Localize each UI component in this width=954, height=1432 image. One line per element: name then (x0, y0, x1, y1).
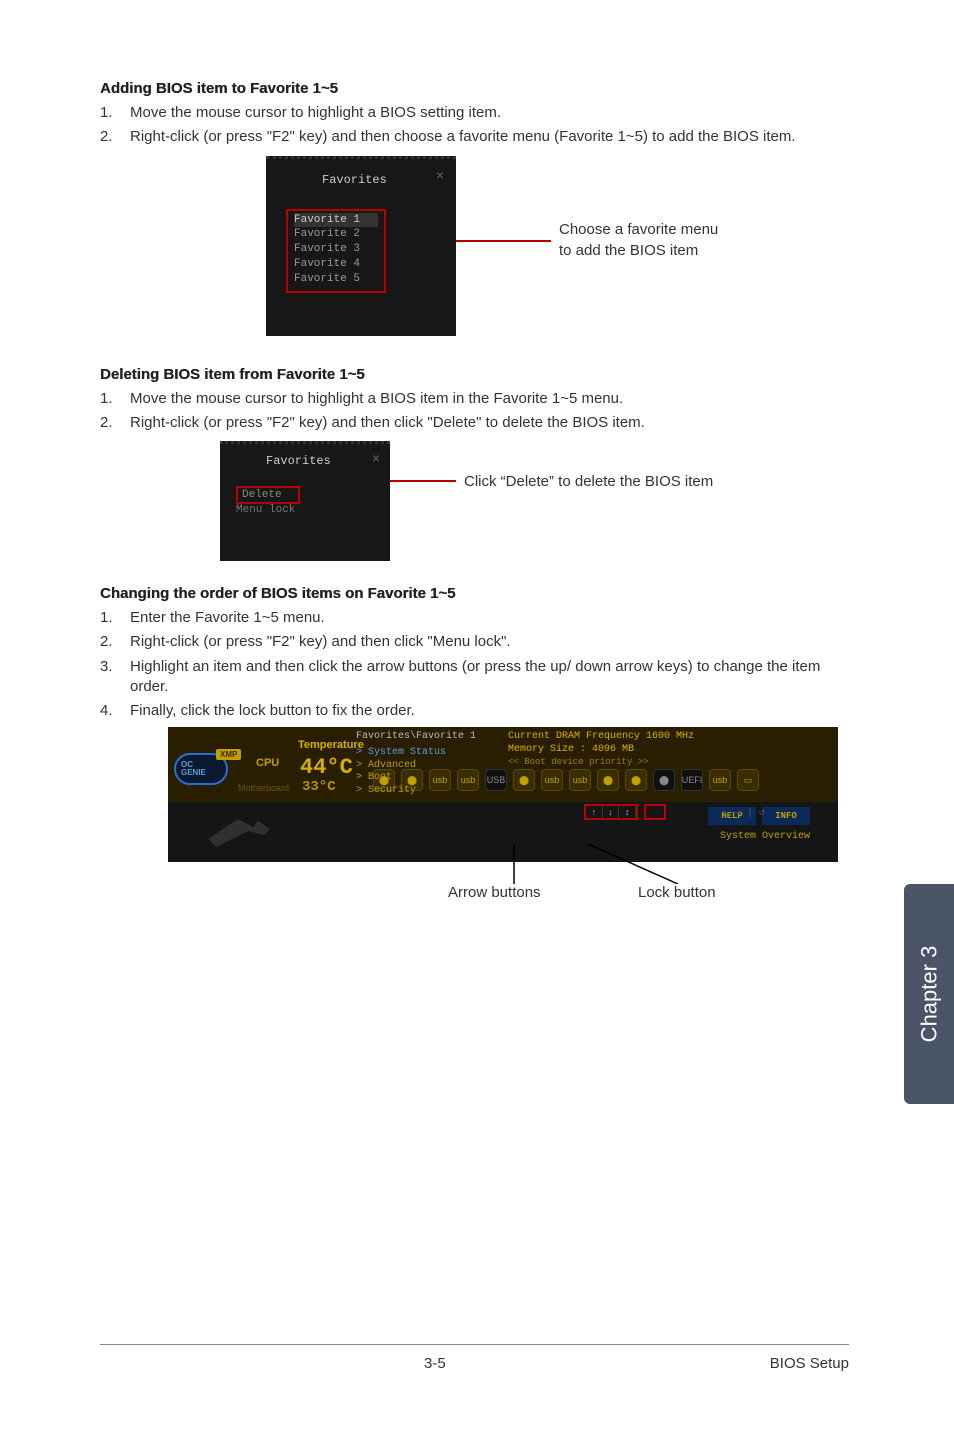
motherboard-label: Motherboard (238, 783, 289, 793)
list-text: Move the mouse cursor to highlight a BIO… (130, 389, 849, 409)
usb-icon[interactable]: usb (457, 769, 479, 791)
list-text: Move the mouse cursor to highlight a BIO… (130, 103, 849, 123)
callout-line (456, 240, 551, 242)
menu-item[interactable]: > System Status (356, 747, 446, 760)
mb-temp-value: 33°C (302, 779, 336, 795)
list-item: 1.Enter the Favorite 1~5 menu. (100, 608, 849, 628)
favorite-option[interactable]: Favorite 1 (294, 213, 378, 228)
callout-line (390, 480, 456, 482)
device-icon[interactable]: ⬤ (513, 769, 535, 791)
usb-icon[interactable]: USB (485, 769, 507, 791)
boot-priority-label: << Boot device priority >> (508, 757, 648, 767)
callout-text: Click “Delete” to delete the BIOS item (464, 473, 713, 490)
breadcrumb: Favorites\Favorite 1 (356, 731, 476, 742)
list-item: 2.Right-click (or press "F2" key) and th… (100, 632, 849, 652)
list-text: Right-click (or press "F2" key) and then… (130, 413, 849, 433)
arrow-up-icon[interactable]: ↑ (586, 806, 603, 818)
usb-icon[interactable]: usb (541, 769, 563, 791)
chapter-label: Chapter 3 (916, 946, 942, 1043)
favorites-popup: × Favorites Delete Menu lock (220, 441, 390, 561)
list-text: Finally, click the lock button to fix th… (130, 701, 849, 721)
system-overview-label: System Overview (720, 831, 810, 842)
section-heading-add: Adding BIOS item to Favorite 1~5 (100, 80, 849, 97)
arrow-down-icon[interactable]: ↓ (603, 806, 620, 818)
favorite-option[interactable]: Favorite 2 (294, 227, 378, 242)
list-text: Enter the Favorite 1~5 menu. (130, 608, 849, 628)
device-icon[interactable]: ⬤ (653, 769, 675, 791)
list-text: Right-click (or press "F2" key) and then… (130, 632, 849, 652)
temperature-label: Temperature (298, 739, 364, 751)
favorite-option[interactable]: Favorite 3 (294, 242, 378, 257)
hammer-icon (198, 809, 298, 849)
cpu-label: CPU (256, 757, 279, 769)
favorite-option[interactable]: Favorite 4 (294, 257, 378, 272)
callout-text: Choose a favorite menu to add the BIOS i… (559, 220, 718, 261)
delete-option[interactable]: Delete (236, 486, 300, 504)
uefi-icon[interactable]: UEFI (681, 769, 703, 791)
callout-line2: to add the BIOS item (559, 241, 718, 261)
chapter-tab: Chapter 3 (904, 884, 954, 1104)
favorite-option[interactable]: Favorite 5 (294, 272, 378, 287)
device-icon[interactable]: ⬤ (597, 769, 619, 791)
popup-title: Favorites (220, 444, 390, 468)
close-icon[interactable]: × (372, 450, 380, 466)
list-item: 4.Finally, click the lock button to fix … (100, 701, 849, 721)
list-item: 1.Move the mouse cursor to highlight a B… (100, 389, 849, 409)
callout-line (588, 844, 688, 884)
menulock-option[interactable]: Menu lock (236, 504, 390, 516)
lock-button-label: Lock button (638, 884, 716, 901)
list-text: Highlight an item and then click the arr… (130, 657, 849, 698)
page-number: 3-5 (424, 1355, 446, 1372)
list-item: 1.Move the mouse cursor to highlight a B… (100, 103, 849, 123)
figure-bios-screen: OCGENIE XMP CPU Temperature 44°C Motherb… (168, 727, 838, 888)
figure-favorites-add: × Favorites Favorite 1 Favorite 2 Favori… (100, 156, 849, 336)
figure-favorites-delete: × Favorites Delete Menu lock Click “Dele… (100, 441, 849, 561)
close-icon[interactable]: × (436, 167, 444, 183)
section-heading-order: Changing the order of BIOS items on Favo… (100, 585, 849, 602)
arrow-icon[interactable]: ↕ (619, 806, 636, 818)
arrow-buttons-label: Arrow buttons (448, 884, 541, 901)
list-item: 2.Right-click (or press "F2" key) and th… (100, 413, 849, 433)
device-icon[interactable]: ⬤ (625, 769, 647, 791)
usb-icon[interactable]: usb (709, 769, 731, 791)
list-text: Right-click (or press "F2" key) and then… (130, 127, 849, 147)
xmp-badge[interactable]: XMP (216, 749, 241, 760)
info-button[interactable]: INFO (762, 807, 810, 825)
menu-item[interactable]: > Security (356, 785, 446, 798)
cpu-temp-value: 44°C (300, 755, 353, 780)
footer-title: BIOS Setup (770, 1355, 849, 1372)
usb-icon[interactable]: usb (569, 769, 591, 791)
menu-item[interactable]: > Boot (356, 772, 446, 785)
favorites-popup: × Favorites Favorite 1 Favorite 2 Favori… (266, 156, 456, 336)
dram-frequency: Current DRAM Frequency 1600 MHz (508, 731, 694, 742)
menu-item[interactable]: > Advanced (356, 760, 446, 773)
lock-button-highlight (644, 804, 666, 820)
arrow-buttons-highlight: ↑ ↓ ↕ (584, 804, 638, 820)
device-icon[interactable]: ▭ (737, 769, 759, 791)
list-item: 2.Right-click (or press "F2" key) and th… (100, 127, 849, 147)
undo-controls[interactable]: ⇤ ⇥ | ↺ (723, 807, 765, 819)
favorite-options: Favorite 1 Favorite 2 Favorite 3 Favorit… (286, 209, 386, 293)
list-item: 3.Highlight an item and then click the a… (100, 657, 849, 698)
callout-line1: Choose a favorite menu (559, 220, 718, 240)
section-heading-delete: Deleting BIOS item from Favorite 1~5 (100, 366, 849, 383)
callout-line (494, 844, 534, 884)
page-footer: 3-5 BIOS Setup (100, 1344, 849, 1372)
menu-list: > System Status > Advanced > Boot > Secu… (356, 747, 446, 797)
memory-size: Memory Size : 4096 MB (508, 744, 634, 755)
popup-title: Favorites (266, 159, 456, 187)
